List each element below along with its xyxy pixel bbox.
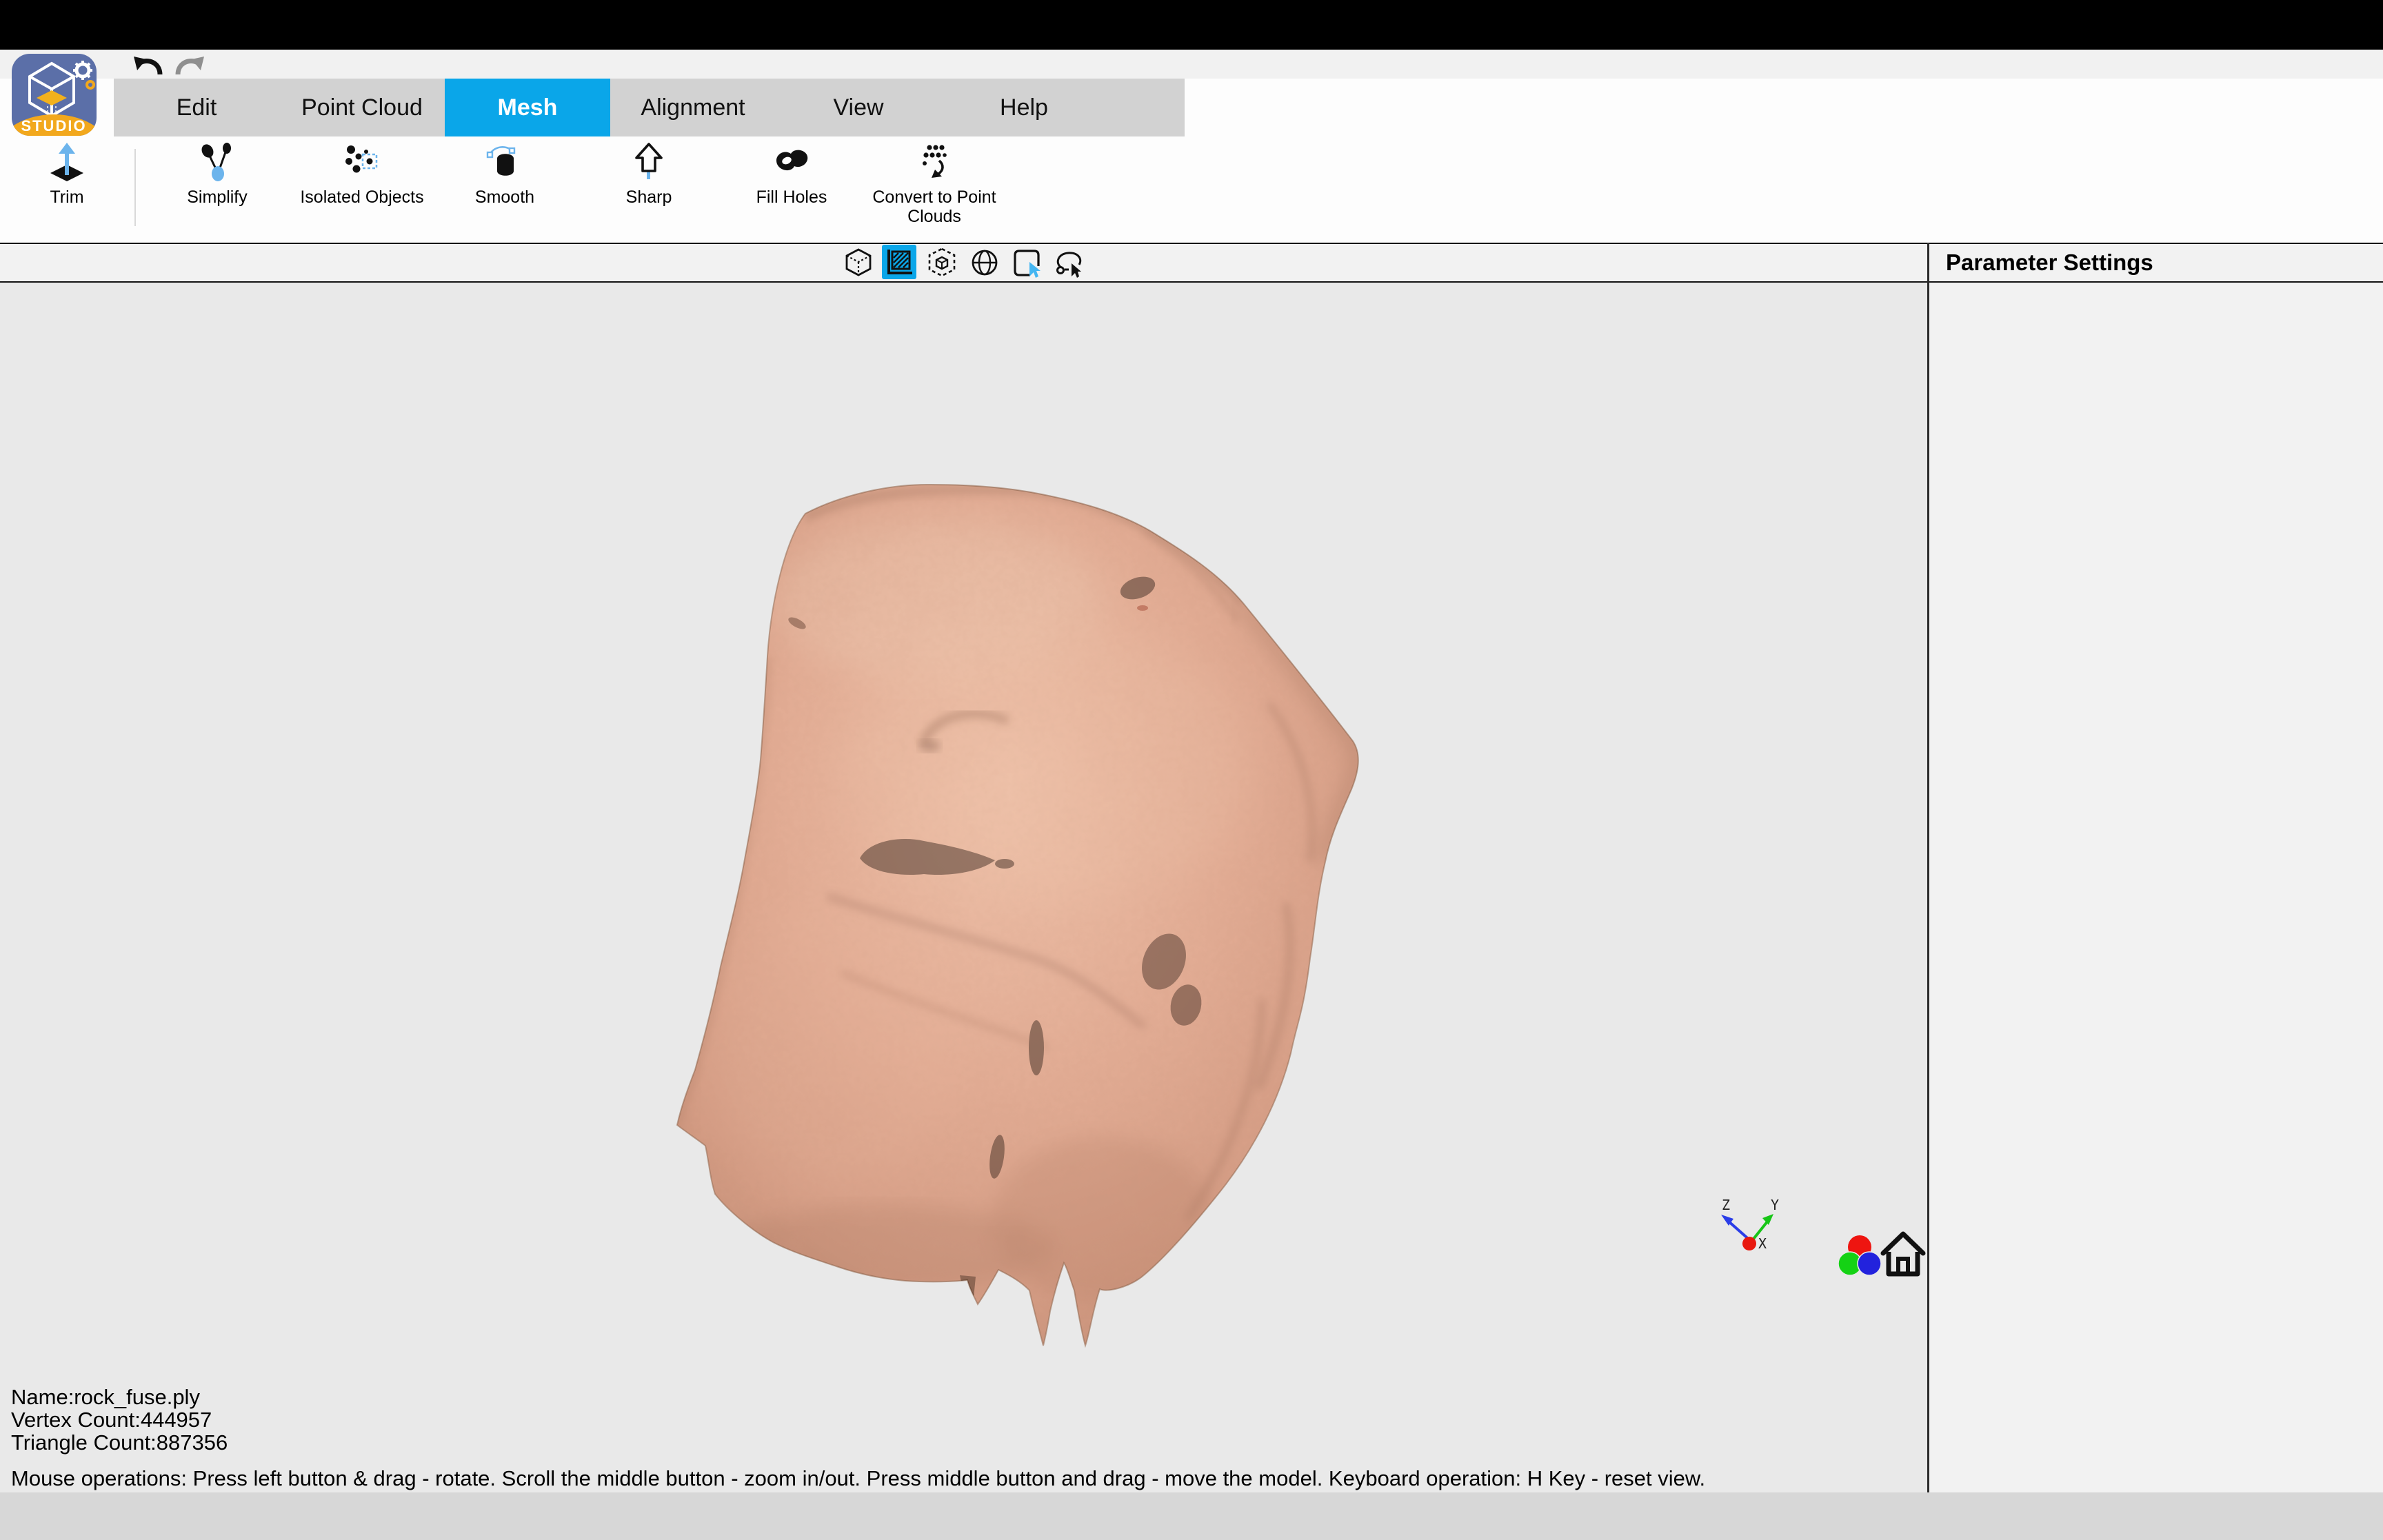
undo-button[interactable] <box>131 52 165 79</box>
tool-simplify[interactable]: Simplify <box>145 142 290 207</box>
tool-convert-to-point-clouds-label: Convert to Point Clouds <box>862 188 1007 226</box>
toolbar-separator <box>134 149 136 226</box>
rock-mesh-model <box>662 476 1365 1365</box>
cube-view-icon[interactable] <box>843 247 874 278</box>
tool-smooth[interactable]: Smooth <box>432 142 577 207</box>
tool-trim-label: Trim <box>0 188 139 207</box>
tool-fill-holes-label: Fill Holes <box>719 188 864 207</box>
shaded-view-icon[interactable] <box>882 245 916 279</box>
model-name: Name:rock_fuse.ply <box>11 1386 228 1408</box>
model-vertex-count: Vertex Count:444957 <box>11 1408 228 1431</box>
tab-alignment[interactable]: Alignment <box>610 79 776 136</box>
sharp-icon <box>629 142 669 182</box>
isolated-objects-icon <box>342 142 382 182</box>
rgb-color-toggle-button[interactable] <box>1836 1235 1884 1278</box>
bottom-status-strip <box>0 1492 2383 1540</box>
titlebar <box>0 0 2383 50</box>
tab-mesh[interactable]: Mesh <box>445 79 610 136</box>
simplify-icon <box>197 142 237 182</box>
model-triangle-count: Triangle Count:887356 <box>11 1431 228 1454</box>
smooth-icon <box>485 142 525 182</box>
parameter-settings-panel <box>1929 283 2383 1492</box>
tool-sharp[interactable]: Sharp <box>576 142 721 207</box>
bounding-box-view-icon[interactable] <box>926 247 958 278</box>
menubar-strip <box>0 50 2383 79</box>
tab-edit[interactable]: Edit <box>114 79 279 136</box>
tool-simplify-label: Simplify <box>145 188 290 207</box>
fill-holes-icon <box>772 142 812 182</box>
tab-point-cloud[interactable]: Point Cloud <box>279 79 445 136</box>
tool-isolated-objects[interactable]: Isolated Objects <box>290 142 434 207</box>
viewport-canvas[interactable]: Name:rock_fuse.ply Vertex Count:444957 T… <box>0 283 1927 1492</box>
axis-x-label: X <box>1758 1235 1767 1252</box>
menu-tabbar: Edit Point Cloud Mesh Alignment View Hel… <box>114 79 1185 136</box>
lasso-select-icon[interactable] <box>1052 247 1084 278</box>
axis-z-label: Z <box>1722 1197 1730 1213</box>
redo-button[interactable] <box>172 52 207 79</box>
tab-help[interactable]: Help <box>941 79 1107 136</box>
tool-sharp-label: Sharp <box>576 188 721 207</box>
home-reset-view-button[interactable] <box>1879 1228 1927 1278</box>
rectangle-select-icon[interactable] <box>1011 247 1043 278</box>
rgb-circles-icon <box>1836 1269 1884 1281</box>
axis-y-label: Y <box>1771 1197 1779 1213</box>
tool-convert-to-point-clouds[interactable]: Convert to Point Clouds <box>862 142 1007 226</box>
tool-isolated-objects-label: Isolated Objects <box>290 188 434 207</box>
status-bar-text: Mouse operations: Press left button & dr… <box>11 1466 1705 1491</box>
home-icon <box>1879 1269 1927 1281</box>
logo-studio-text: STUDIO <box>21 117 86 134</box>
app-logo: STUDIO <box>12 54 97 136</box>
axis-gizmo: Z Y X <box>1710 1196 1800 1262</box>
tool-fill-holes[interactable]: Fill Holes <box>719 142 864 207</box>
tool-smooth-label: Smooth <box>432 188 577 207</box>
parameter-settings-title: Parameter Settings <box>1946 250 2153 276</box>
globe-view-icon[interactable] <box>969 247 1001 278</box>
trim-icon <box>47 142 87 182</box>
model-info: Name:rock_fuse.ply Vertex Count:444957 T… <box>11 1386 228 1454</box>
tool-trim[interactable]: Trim <box>0 142 139 207</box>
tab-view[interactable]: View <box>776 79 941 136</box>
convert-to-point-clouds-icon <box>914 142 954 182</box>
